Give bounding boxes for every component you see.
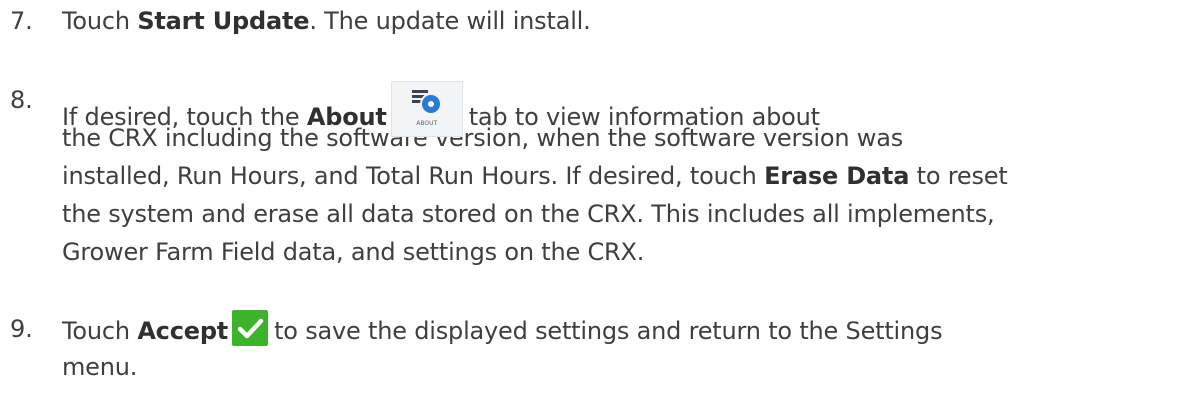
step-text: If desired, touch the About ABOUT tab to v… — [62, 81, 1183, 271]
step-line: menu. — [62, 353, 138, 381]
text-segment: to save the displayed settings and retur… — [274, 317, 943, 345]
text-segment: installed, Run Hours, and Total Run Hour… — [62, 162, 765, 190]
text-segment: to reset — [909, 162, 1008, 190]
step-line: Touch Accept to save the displayed settin… — [62, 310, 1183, 348]
text-segment: Touch — [62, 317, 138, 345]
accept-label: Accept — [137, 317, 229, 345]
step-number: 8. — [10, 86, 33, 114]
step-line: installed, Run Hours, and Total Run Hour… — [62, 157, 1183, 195]
about-info-icon: ABOUT — [390, 81, 463, 137]
step-line: the CRX including the software version, … — [62, 124, 904, 152]
step-text: Touch Start Update. The update will inst… — [62, 2, 1183, 40]
step-line: the system and erase all data stored on … — [62, 200, 995, 228]
step-line: Grower Farm Field data, and settings on … — [62, 238, 645, 266]
text-segment: . The update will install. — [309, 7, 591, 35]
erase-data-label: Erase Data — [764, 162, 910, 190]
start-update-label: Start Update — [137, 7, 310, 35]
text-segment: Touch — [62, 7, 138, 35]
step-text: Touch Accept to save the displayed settin… — [62, 310, 1183, 386]
about-icon-caption: ABOUT — [416, 120, 438, 127]
step-number: 9. — [10, 315, 33, 343]
step-line: Touch Start Update. The update will inst… — [62, 2, 1183, 40]
checkmark-icon — [232, 310, 269, 346]
info-dot-icon — [421, 95, 440, 113]
step-number: 7. — [10, 7, 33, 35]
step-line: If desired, touch the About ABOUT tab to v… — [62, 81, 1183, 137]
